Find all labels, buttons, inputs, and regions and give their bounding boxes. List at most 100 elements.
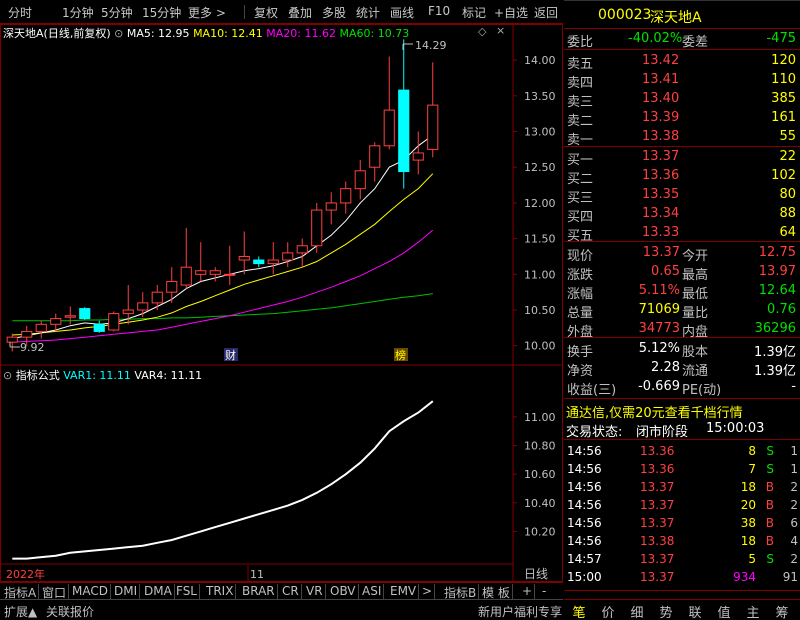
tab-asi[interactable]: ASI xyxy=(360,584,385,599)
indicator-lines xyxy=(12,400,434,560)
tab-trix[interactable]: TRIX xyxy=(204,584,237,599)
tick-volume: 934 xyxy=(733,570,756,584)
top-toolbar: 分时 1分钟 5分钟 15分钟 更多 > 复权 叠加 多股 统计 画线 F10 … xyxy=(0,0,563,24)
legend-ma5: MA5: 12.95 xyxy=(126,27,190,40)
tick-row[interactable]: 14:56 13.36 7 S 1 xyxy=(564,460,800,478)
quote-stat-row[interactable]: 涨幅 5.11% 最低 12.64 xyxy=(564,282,800,302)
sell-level-row[interactable]: 卖五 13.42 120 xyxy=(564,52,800,72)
quote-tabs: 笔 价 细 势 联 值 主 筹 xyxy=(564,599,800,620)
tab-cr[interactable]: CR xyxy=(280,584,302,599)
new-user-promo-link[interactable]: 新用户福利专享 xyxy=(478,603,562,620)
statistics-button[interactable]: 统计 xyxy=(356,4,380,21)
quote-stat-row[interactable]: 总量 71069 量比 0.76 xyxy=(564,301,800,321)
candle-body xyxy=(412,152,424,161)
fundamental-row[interactable]: 换手 5.12% 股本 1.39亿 xyxy=(564,340,800,360)
candle xyxy=(253,256,265,268)
tab-main[interactable]: 主 xyxy=(740,602,766,620)
tick-row[interactable]: 14:56 13.38 18 B 4 xyxy=(564,532,800,550)
sell-level-row[interactable]: 卖四 13.41 110 xyxy=(564,71,800,91)
quote-stat-row[interactable]: 涨跌 0.65 最高 13.97 xyxy=(564,263,800,283)
tab-more[interactable]: 更多 > xyxy=(188,4,226,21)
fundamental-row[interactable]: 收益(三) -0.669 PE(动) - xyxy=(564,378,800,398)
tab-dma[interactable]: DMA xyxy=(142,584,175,599)
stock-name: 深天地A xyxy=(650,10,702,26)
related-quote-button[interactable]: 关联报价 xyxy=(46,603,94,620)
draw-line-button[interactable]: 画线 xyxy=(390,4,414,21)
sell-level-row[interactable]: 卖一 13.38 55 xyxy=(564,128,800,148)
tab-related[interactable]: 联 xyxy=(682,602,708,620)
indicator-settings-icon[interactable]: ⊙ xyxy=(3,369,12,382)
rank-tag[interactable]: 榜 xyxy=(394,348,408,362)
buy-level-row[interactable]: 买三 13.35 80 xyxy=(564,186,800,206)
kline-chart-svg[interactable]: 14.00 13.50 13.00 12.50 12.00 11.50 11.00 10.50… xyxy=(0,24,563,582)
tab-value[interactable]: 值 xyxy=(711,602,737,620)
promo-row[interactable]: 通达信,仅需20元查看千档行情 xyxy=(564,401,800,421)
add-indicator-button[interactable]: + xyxy=(520,584,536,599)
tab-15min[interactable]: 15分钟 xyxy=(142,4,181,21)
multi-stock-button[interactable]: 多股 xyxy=(322,4,346,21)
candle-body xyxy=(253,259,265,265)
tab-5min[interactable]: 5分钟 xyxy=(101,4,133,21)
sell-level-label: 卖四 xyxy=(567,76,594,91)
candle-body xyxy=(209,270,221,275)
back-button[interactable]: 返回 xyxy=(534,4,558,21)
buy-level-row[interactable]: 买二 13.36 102 xyxy=(564,167,800,187)
tab-brar[interactable]: BRAR xyxy=(240,584,278,599)
sell-level-row[interactable]: 卖三 13.40 385 xyxy=(564,90,800,110)
fundamental-row[interactable]: 净资 2.28 流通 1.39亿 xyxy=(564,359,800,379)
tick-row[interactable]: 15:00 13.37 934 91 xyxy=(564,568,800,586)
finance-tag[interactable]: 财 xyxy=(224,348,238,362)
tab-window[interactable]: 窗口 xyxy=(40,584,70,600)
candle xyxy=(64,306,76,325)
tab-indicator-a[interactable]: 指标A xyxy=(2,584,40,600)
tab-indicator-b[interactable]: 指标B xyxy=(442,584,480,600)
chart-area[interactable]: 14.00 13.50 13.00 12.50 12.00 11.50 11.00 10.50… xyxy=(0,24,563,598)
diamond-icon[interactable]: ◇ xyxy=(478,25,486,38)
stat-label: 今开 xyxy=(682,249,709,264)
tick-row[interactable]: 14:56 13.37 20 B 2 xyxy=(564,496,800,514)
tick-row[interactable]: 14:56 13.37 38 B 6 xyxy=(564,514,800,532)
quote-stat-row[interactable]: 外盘 34773 内盘 36296 xyxy=(564,320,800,340)
tab-macd[interactable]: MACD xyxy=(70,584,111,599)
tab-emv[interactable]: EMV xyxy=(388,584,420,599)
close-icon[interactable]: × xyxy=(496,24,505,37)
stat-value: -0.669 xyxy=(638,379,680,394)
f10-button[interactable]: F10 xyxy=(428,4,450,18)
tab-trend[interactable]: 势 xyxy=(653,602,679,620)
tab-template[interactable]: 模 板 xyxy=(480,584,513,600)
tab-1min[interactable]: 1分钟 xyxy=(62,4,94,21)
buy-level-row[interactable]: 买五 13.33 64 xyxy=(564,224,800,244)
tab-dmi[interactable]: DMI xyxy=(112,584,141,599)
sell-level-volume: 55 xyxy=(779,129,796,144)
restore-rights-button[interactable]: 复权 xyxy=(254,4,278,21)
tab-chips[interactable]: 筹 xyxy=(769,602,795,620)
sell-level-row[interactable]: 卖二 13.39 161 xyxy=(564,109,800,129)
candle-body xyxy=(64,315,76,318)
mark-button[interactable]: 标记 xyxy=(462,4,486,21)
sell-level-label: 卖二 xyxy=(567,114,594,129)
tab-detail[interactable]: 细 xyxy=(624,602,650,620)
tick-price: 13.37 xyxy=(640,516,675,530)
tab-fsl[interactable]: FSL xyxy=(174,584,200,599)
tabs-scroll-right[interactable]: > xyxy=(420,584,436,599)
tab-price[interactable]: 价 xyxy=(595,602,621,620)
overlay-button[interactable]: 叠加 xyxy=(288,4,312,21)
legend-settings-icon[interactable]: ⊙ xyxy=(114,27,123,40)
tab-obv[interactable]: OBV xyxy=(328,584,359,599)
tab-tick[interactable]: 笔 xyxy=(566,602,592,620)
tick-row[interactable]: 14:57 13.37 5 S 2 xyxy=(564,550,800,568)
remove-indicator-button[interactable]: - xyxy=(540,584,548,599)
tick-row[interactable]: 14:56 13.37 18 B 2 xyxy=(564,478,800,496)
divider xyxy=(564,146,800,147)
tab-vr[interactable]: VR xyxy=(304,584,326,599)
stat-label: 股本 xyxy=(682,345,709,360)
promo-text[interactable]: 通达信,仅需20元查看千档行情 xyxy=(566,402,743,421)
buy-level-row[interactable]: 买四 13.34 88 xyxy=(564,205,800,225)
tab-intraday[interactable]: 分时 xyxy=(8,4,32,21)
indicator-var4: VAR4: 11.11 xyxy=(134,369,203,382)
tick-row[interactable]: 14:56 13.36 8 S 1 xyxy=(564,442,800,460)
add-watchlist-button[interactable]: +自选 xyxy=(494,4,528,21)
quote-stat-row[interactable]: 现价 13.37 今开 12.75 xyxy=(564,244,800,264)
buy-level-row[interactable]: 买一 13.37 22 xyxy=(564,148,800,168)
expand-button[interactable]: 扩展▲ xyxy=(4,603,37,620)
